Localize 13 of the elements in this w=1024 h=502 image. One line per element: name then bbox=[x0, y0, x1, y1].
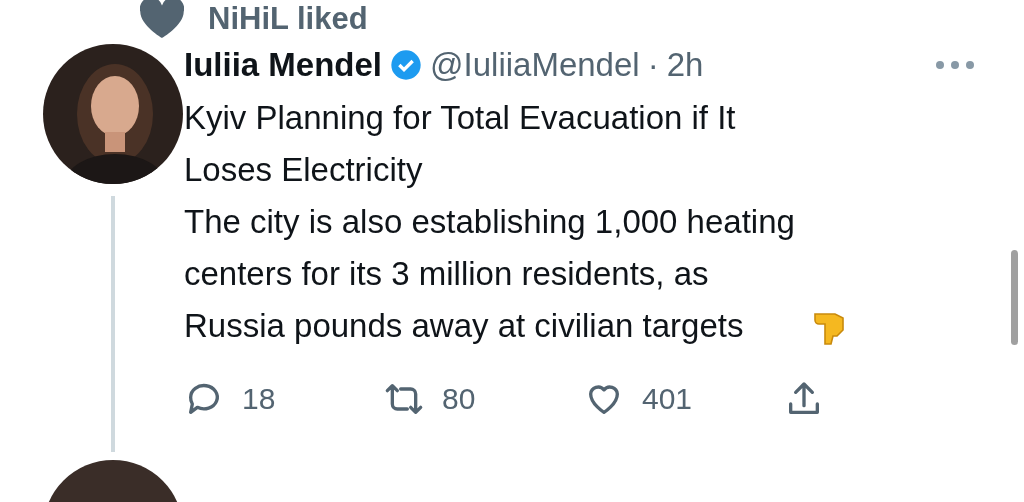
heart-icon bbox=[140, 0, 184, 38]
tweet-title: Kyiv Planning for Total Evacuation if It Loses Electricity bbox=[184, 98, 737, 190]
action-count: 401 bbox=[642, 382, 693, 416]
author-handle[interactable]: @IuliiaMendel bbox=[430, 46, 640, 84]
separator-dot: · bbox=[647, 46, 659, 84]
author-name[interactable]: Iuliia Mendel bbox=[184, 46, 383, 84]
tweet-text: The city is also establishing 1,000 heating centers for its 3 million residents, as Russia pounds away at civilian targets bbox=[184, 202, 795, 346]
tweet-time[interactable]: 2h bbox=[666, 46, 704, 84]
action-count: 80 bbox=[442, 382, 476, 416]
liked-by-text: NiHiL liked bbox=[208, 1, 368, 37]
scrollbar[interactable] bbox=[1011, 250, 1018, 345]
more-icon[interactable] bbox=[934, 59, 976, 71]
action-count: 18 bbox=[242, 382, 276, 416]
